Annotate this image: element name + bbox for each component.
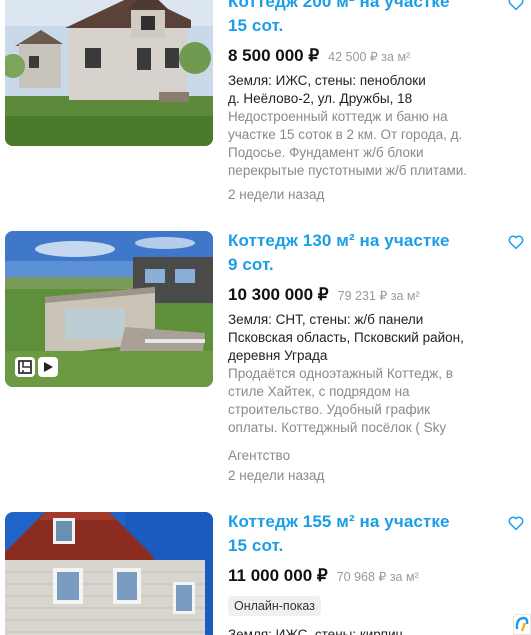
chat-icon <box>515 616 529 632</box>
listing-params: Земля: ИЖС, стены: пеноблоки д. Неёлово-… <box>228 72 498 108</box>
params-line: Земля: СНТ, стены: ж/б панели <box>228 312 424 327</box>
description-line: Недостроенный коттедж и баню на <box>228 109 448 124</box>
params-line: Земля: ИЖС, стены: кирпич <box>228 627 403 635</box>
listing-info: Коттедж 200 м² на участке 15 сот. 8 500 … <box>228 0 498 204</box>
chat-widget-button[interactable] <box>513 614 531 635</box>
seller-type: Агентство <box>228 448 291 463</box>
description-line: Подосье. Фундамент ж/б блоки <box>228 145 424 160</box>
listing-info: Коттедж 155 м² на участке 15 сот. 11 000… <box>228 512 498 635</box>
listing-card[interactable]: Коттедж 200 м² на участке 15 сот. 8 500 … <box>0 0 531 202</box>
price-per-meter: 79 231 ₽ за м² <box>337 289 420 303</box>
price: 11 000 000 ₽ <box>228 566 328 585</box>
title-line-2[interactable]: 9 сот. <box>228 253 498 277</box>
favorite-heart-icon[interactable] <box>507 233 525 251</box>
title-line-1[interactable]: Коттедж 155 м² на участке <box>228 512 498 534</box>
listing-date: 2 недели назад <box>228 468 325 483</box>
title-line-2[interactable]: 15 сот. <box>228 534 498 558</box>
price-row: 8 500 000 ₽ 42 500 ₽ за м² <box>228 46 498 68</box>
price-per-meter: 42 500 ₽ за м² <box>328 50 411 64</box>
favorite-heart-icon[interactable] <box>507 0 525 12</box>
listing-title[interactable]: Коттедж 200 м² на участке 15 сот. <box>228 0 498 38</box>
description-line: перекрытые пустотными ж/б плитами. <box>228 163 468 178</box>
listing-info: Коттедж 130 м² на участке 9 сот. 10 300 … <box>228 229 498 485</box>
listing-title[interactable]: Коттедж 155 м² на участке 15 сот. <box>228 512 498 558</box>
house-photo-1 <box>5 0 213 146</box>
play-icon[interactable] <box>38 357 58 377</box>
online-showing-badge: Онлайн-показ <box>228 596 321 616</box>
price: 10 300 000 ₽ <box>228 285 329 304</box>
floorplan-icon[interactable] <box>15 357 35 377</box>
description-line: строительство. Удобный график <box>228 402 431 417</box>
title-line-2[interactable]: 15 сот. <box>228 14 498 38</box>
title-line-1[interactable]: Коттедж 130 м² на участке <box>228 229 498 253</box>
listing-date: 2 недели назад <box>228 187 325 202</box>
description-line: Продаётся одноэтажный Коттедж, в <box>228 366 453 381</box>
price-row: 10 300 000 ₽ 79 231 ₽ за м² <box>228 285 498 307</box>
listing-card[interactable]: Коттедж 130 м² на участке 9 сот. 10 300 … <box>0 231 531 491</box>
price: 8 500 000 ₽ <box>228 46 320 65</box>
title-line-1[interactable]: Коттедж 200 м² на участке <box>228 0 498 14</box>
description-line: стиле Хайтек, с подрядом на <box>228 384 410 399</box>
params-line: Земля: ИЖС, стены: пеноблоки <box>228 73 426 88</box>
address-line: деревня Уграда <box>228 348 328 363</box>
listing-photo[interactable] <box>5 512 213 635</box>
house-photo-3 <box>5 512 213 635</box>
media-icons <box>15 357 58 377</box>
listing-description: Недостроенный коттедж и баню на участке … <box>228 108 498 180</box>
price-per-meter: 70 968 ₽ за м² <box>336 570 419 584</box>
description-line: оплаты. Коттеджный посёлок ( Sky <box>228 420 447 435</box>
listing-title[interactable]: Коттедж 130 м² на участке 9 сот. <box>228 229 498 277</box>
listing-photo[interactable] <box>5 231 213 387</box>
listing-photo[interactable] <box>5 0 213 146</box>
price-row: 11 000 000 ₽ 70 968 ₽ за м² <box>228 566 498 588</box>
listing-card[interactable]: Коттедж 155 м² на участке 15 сот. 11 000… <box>0 512 531 635</box>
listing-params: Земля: СНТ, стены: ж/б панели Псковская … <box>228 311 498 365</box>
listing-description: Продаётся одноэтажный Коттедж, в стиле Х… <box>228 365 498 437</box>
description-line: участке 15 соток в 2 км. От города, д. <box>228 127 463 142</box>
address-line: Псковская область, Псковский район, <box>228 330 464 345</box>
listing-params: Земля: ИЖС, стены: кирпич <box>228 626 498 635</box>
address-line: д. Неёлово-2, ул. Дружбы, 18 <box>228 91 413 106</box>
favorite-heart-icon[interactable] <box>507 514 525 532</box>
